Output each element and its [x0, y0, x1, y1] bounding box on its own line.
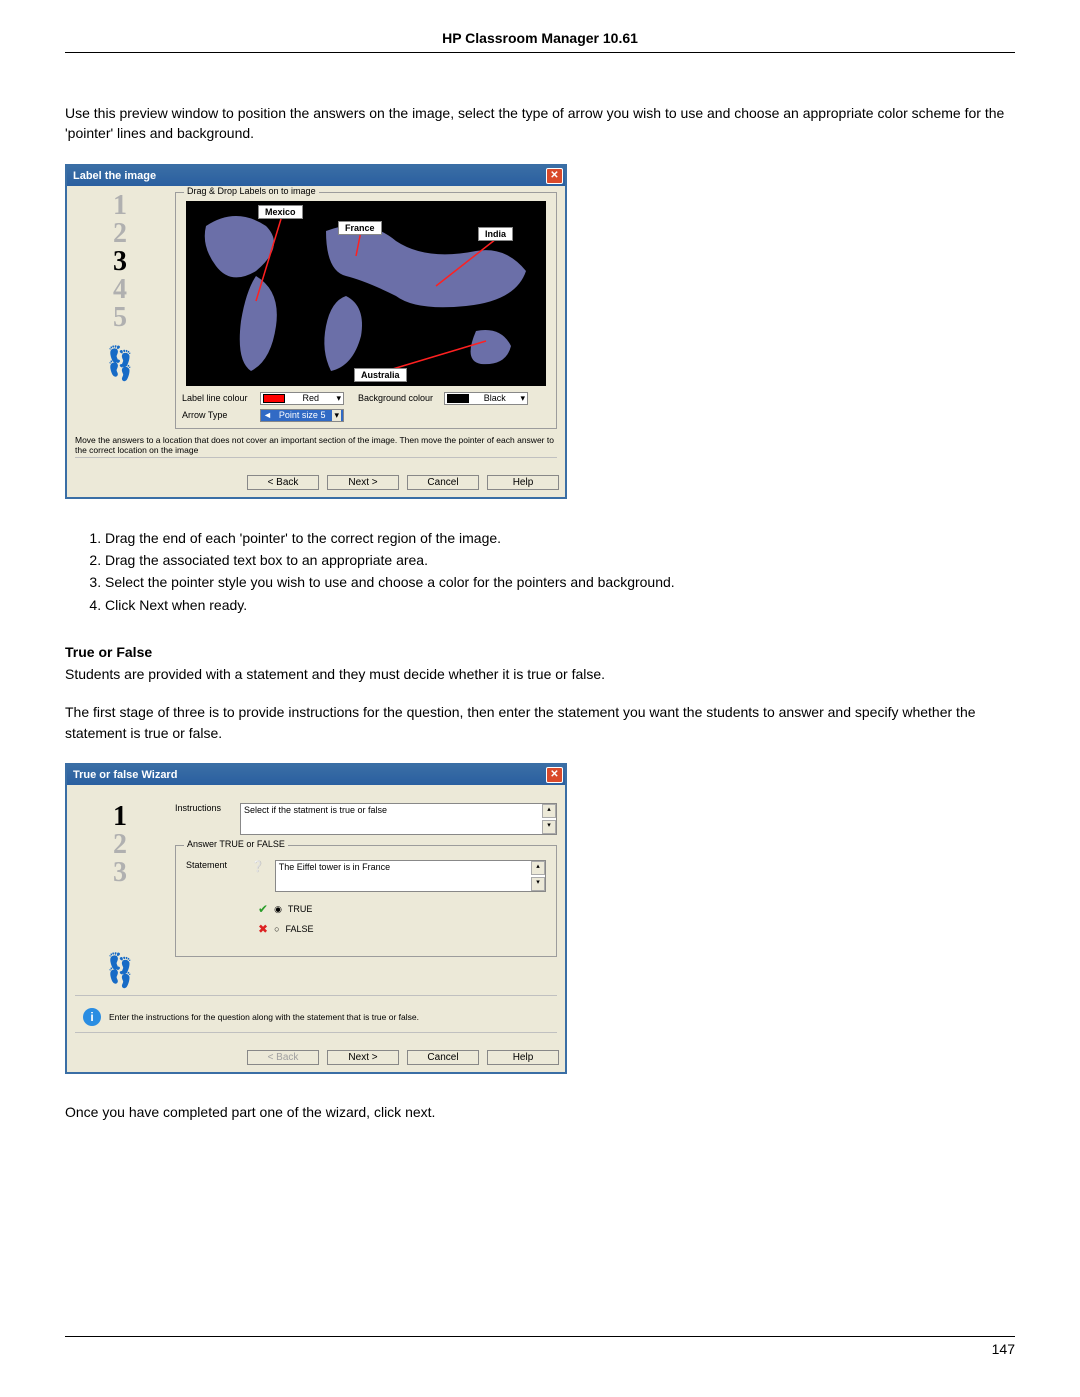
- help-button[interactable]: Help: [487, 1050, 559, 1065]
- instructions-input[interactable]: Select if the statment is true or false …: [240, 803, 557, 835]
- arrow-type-label: Arrow Type: [182, 410, 252, 420]
- map-label-mexico[interactable]: Mexico: [258, 205, 303, 219]
- background-colour-select[interactable]: Black ▾: [444, 392, 528, 405]
- step-4: Click Next when ready.: [105, 594, 1015, 616]
- drag-drop-group: Drag & Drop Labels on to image: [175, 192, 557, 429]
- dialog2-buttons: < Back Next > Cancel Help: [67, 1047, 565, 1072]
- dialog1-buttons: < Back Next > Cancel Help: [67, 472, 565, 497]
- instructions-label: Instructions: [175, 803, 230, 813]
- help-button[interactable]: Help: [487, 475, 559, 490]
- page-number: 147: [992, 1341, 1015, 1357]
- back-button[interactable]: < Back: [247, 475, 319, 490]
- world-map-preview[interactable]: Mexico France India Australia: [186, 201, 546, 386]
- footprints-icon: 👣👣: [75, 957, 165, 985]
- info-bar: i Enter the instructions for the questio…: [75, 1004, 557, 1030]
- chevron-down-icon: ▾: [520, 393, 525, 404]
- dialog1-title: Label the image: [73, 170, 156, 182]
- label-line-colour-label: Label line colour: [182, 393, 252, 403]
- step-3: Select the pointer style you wish to use…: [105, 571, 1015, 593]
- close-icon[interactable]: ✕: [546, 168, 563, 184]
- dialog2-title: True or false Wizard: [73, 769, 177, 781]
- intro-paragraph: Use this preview window to position the …: [65, 103, 1015, 144]
- info-icon: i: [83, 1008, 101, 1026]
- back-button: < Back: [247, 1050, 319, 1065]
- false-option[interactable]: ✖ ○ FALSE: [258, 922, 546, 936]
- map-label-france[interactable]: France: [338, 221, 382, 235]
- cancel-button[interactable]: Cancel: [407, 1050, 479, 1065]
- chevron-down-icon: ▾: [332, 410, 341, 421]
- instruction-steps: Drag the end of each 'pointer' to the co…: [65, 527, 1015, 617]
- wizard-step-indicator: 1 2 3 👣👣: [75, 803, 165, 985]
- tf-description-2: The first stage of three is to provide i…: [65, 702, 1015, 743]
- arrow-type-select[interactable]: ◄ Point size 5 ▾: [260, 409, 344, 422]
- map-label-australia[interactable]: Australia: [354, 368, 407, 382]
- true-option[interactable]: ✔ ◉ TRUE: [258, 902, 546, 916]
- step-2: Drag the associated text box to an appro…: [105, 549, 1015, 571]
- true-false-dialog: True or false Wizard ✕ 1 2 3 👣👣 Instruct…: [65, 763, 567, 1074]
- next-button[interactable]: Next >: [327, 1050, 399, 1065]
- page-footer: 147: [65, 1336, 1015, 1357]
- footprints-icon: 👣👣: [75, 350, 165, 378]
- statement-input[interactable]: The Eiffel tower is in France ▴▾: [275, 860, 546, 892]
- tf-description: Students are provided with a statement a…: [65, 664, 1015, 684]
- label-image-dialog: Label the image ✕ 1 2 3 4 5 👣👣 Drag & Dr…: [65, 164, 567, 499]
- page-header: HP Classroom Manager 10.61: [65, 30, 1015, 53]
- chevron-down-icon: ▾: [336, 393, 341, 404]
- after-dialog2-text: Once you have completed part one of the …: [65, 1102, 1015, 1122]
- statement-label: Statement: [186, 860, 241, 870]
- answer-group-title: Answer TRUE or FALSE: [184, 839, 288, 849]
- close-icon[interactable]: ✕: [546, 767, 563, 783]
- label-line-colour-select[interactable]: Red ▾: [260, 392, 344, 405]
- help-icon[interactable]: ❔: [251, 860, 265, 873]
- map-label-india[interactable]: India: [478, 227, 513, 241]
- dialog1-hint: Move the answers to a location that does…: [75, 435, 557, 455]
- group-title: Drag & Drop Labels on to image: [184, 186, 319, 196]
- background-colour-label: Background colour: [358, 393, 436, 403]
- cancel-button[interactable]: Cancel: [407, 475, 479, 490]
- step-1: Drag the end of each 'pointer' to the co…: [105, 527, 1015, 549]
- dialog1-titlebar: Label the image ✕: [67, 166, 565, 186]
- checkmark-icon: ✔: [258, 902, 268, 916]
- next-button[interactable]: Next >: [327, 475, 399, 490]
- answer-group: Answer TRUE or FALSE Statement ❔ The Eif…: [175, 845, 557, 957]
- cross-icon: ✖: [258, 922, 268, 936]
- dialog2-titlebar: True or false Wizard ✕: [67, 765, 565, 785]
- true-false-heading: True or False: [65, 644, 1015, 660]
- wizard-step-indicator: 1 2 3 4 5 👣👣: [75, 192, 165, 378]
